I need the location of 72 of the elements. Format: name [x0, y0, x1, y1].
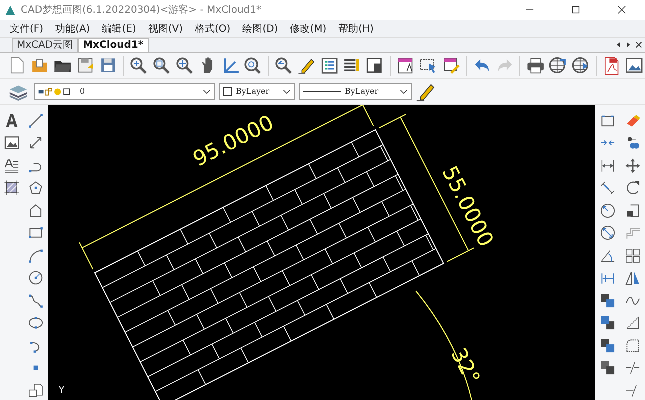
zoom-back-icon[interactable]: [274, 55, 293, 76]
menu-item[interactable]: 绘图(D): [236, 22, 284, 36]
menu-item[interactable]: 修改(M): [284, 22, 333, 36]
tab[interactable]: MxCAD云图: [12, 38, 78, 52]
color-swatch: [223, 87, 232, 96]
table-icon[interactable]: [320, 55, 338, 76]
zoom-pan-icon[interactable]: [174, 55, 194, 76]
eraser-icon[interactable]: [624, 112, 640, 128]
draw-order-icon[interactable]: [600, 360, 616, 376]
image-icon[interactable]: [4, 135, 20, 151]
trim-icon[interactable]: [624, 360, 640, 376]
line-sample: [303, 91, 341, 92]
draw-order-icon[interactable]: [600, 338, 616, 354]
ellipse-icon[interactable]: [28, 315, 44, 331]
scroll-left-icon[interactable]: [615, 41, 623, 49]
linear-dimension-icon[interactable]: [600, 158, 616, 174]
rotate-icon[interactable]: [624, 180, 640, 196]
linetype-dropdown[interactable]: ByLayer: [299, 83, 412, 100]
caret-icon: [400, 88, 408, 96]
spline-icon[interactable]: [28, 292, 44, 308]
tab[interactable]: MxCloud1*: [78, 38, 149, 52]
pentagon-icon[interactable]: [28, 180, 44, 196]
zoom-window-icon[interactable]: [152, 55, 171, 76]
color-dropdown[interactable]: ByLayer: [219, 83, 295, 100]
multiline-text-icon[interactable]: [4, 158, 20, 174]
mirror-icon[interactable]: [624, 270, 640, 286]
close-icon: [617, 5, 627, 15]
draw-order-icon[interactable]: [600, 292, 616, 308]
block-icon[interactable]: [365, 55, 384, 76]
circle-icon[interactable]: [28, 270, 44, 286]
draw-order-icon[interactable]: [600, 315, 616, 331]
arc-icon[interactable]: [28, 248, 44, 264]
zoom-in-icon[interactable]: [129, 55, 148, 76]
zoom-icon[interactable]: [243, 55, 262, 76]
text-icon[interactable]: [4, 112, 20, 128]
text-style-icon[interactable]: [396, 55, 415, 76]
menu-item[interactable]: 视图(V): [142, 22, 189, 36]
double-arrow-icon[interactable]: [28, 135, 44, 151]
diameter-dimension-icon[interactable]: [600, 225, 616, 241]
caret-icon: [203, 88, 211, 96]
save-icon[interactable]: [76, 55, 95, 76]
fillet-icon[interactable]: [624, 338, 640, 354]
brush-icon[interactable]: [442, 55, 460, 76]
window-title: CAD梦想画图(6.1.20220304)<游客> - MxCloud1*: [21, 4, 263, 17]
chamfer-icon[interactable]: [624, 315, 640, 331]
layer-dropdown[interactable]: 0: [34, 83, 215, 100]
globe-icon[interactable]: [548, 55, 568, 76]
menu-item[interactable]: 帮助(H): [332, 22, 380, 36]
caret-icon: [283, 88, 291, 96]
menu-item[interactable]: 功能(A): [50, 22, 96, 36]
polygon-icon[interactable]: [28, 202, 44, 218]
maximize-icon: [571, 5, 581, 15]
axis-label: Y: [59, 386, 64, 396]
printer-icon[interactable]: [526, 55, 544, 76]
hatch-icon[interactable]: [4, 180, 20, 196]
menu-item[interactable]: 格式(O): [189, 22, 237, 36]
line-icon[interactable]: [28, 112, 44, 128]
scale-icon[interactable]: [624, 202, 640, 218]
globe-icon[interactable]: [571, 55, 590, 76]
block-insert-icon[interactable]: [28, 382, 44, 398]
aligned-dimension-icon[interactable]: [600, 180, 616, 196]
dimension-text: 32°: [446, 344, 485, 388]
menu-item[interactable]: 文件(F): [4, 22, 50, 36]
menu-item[interactable]: 编辑(E): [96, 22, 142, 36]
image-icon[interactable]: [624, 55, 644, 76]
array-icon[interactable]: [624, 248, 640, 264]
app-icon: [4, 4, 17, 16]
scroll-right-icon[interactable]: [625, 41, 633, 49]
close-icon[interactable]: [635, 41, 643, 49]
radius-dimension-icon[interactable]: [600, 202, 616, 218]
move-icon[interactable]: [624, 158, 640, 174]
rectangle-icon[interactable]: [28, 225, 44, 241]
